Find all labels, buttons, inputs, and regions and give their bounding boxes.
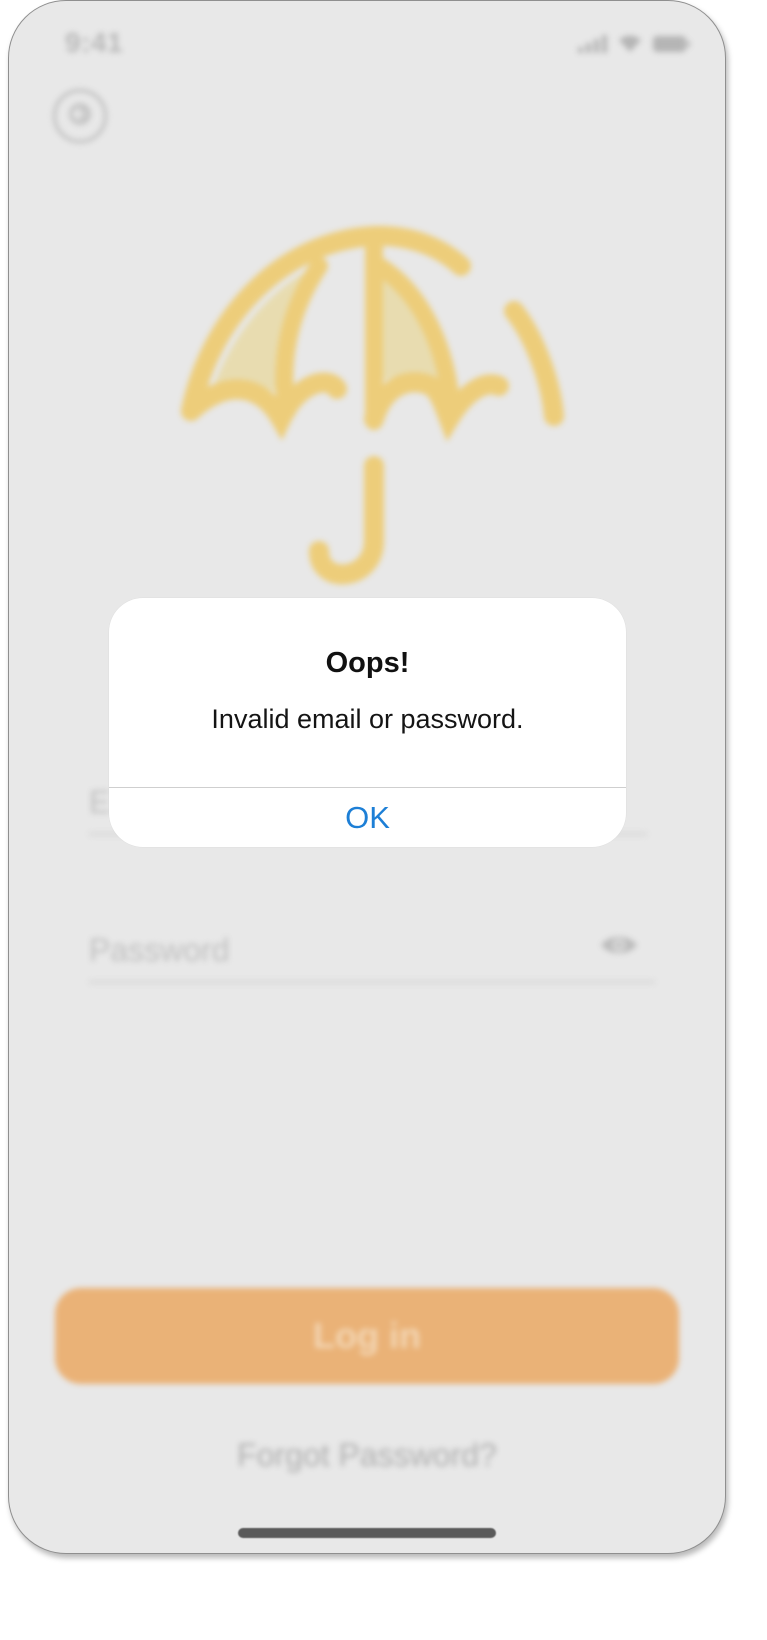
signal-icon bbox=[578, 33, 607, 53]
status-icons bbox=[578, 33, 691, 53]
wifi-icon bbox=[617, 33, 643, 53]
alert-dialog: Oops! Invalid email or password. OK bbox=[109, 598, 626, 847]
forgot-password-link[interactable]: Forgot Password? bbox=[9, 1437, 725, 1474]
password-placeholder: Password bbox=[89, 932, 230, 968]
login-button[interactable]: Log in bbox=[55, 1288, 679, 1384]
email-placeholder: E bbox=[89, 784, 111, 820]
battery-icon bbox=[653, 35, 691, 53]
alert-title: Oops! bbox=[325, 647, 410, 679]
status-time: 9:41 bbox=[65, 27, 124, 58]
arrow-left-icon bbox=[66, 100, 94, 133]
alert-message: Invalid email or password. bbox=[211, 704, 524, 734]
eye-icon[interactable] bbox=[599, 932, 639, 963]
home-indicator[interactable] bbox=[238, 1528, 496, 1538]
password-field[interactable]: Password bbox=[89, 917, 655, 983]
ok-button[interactable]: OK bbox=[109, 788, 626, 847]
umbrella-icon bbox=[169, 221, 579, 606]
back-button[interactable] bbox=[53, 89, 107, 143]
